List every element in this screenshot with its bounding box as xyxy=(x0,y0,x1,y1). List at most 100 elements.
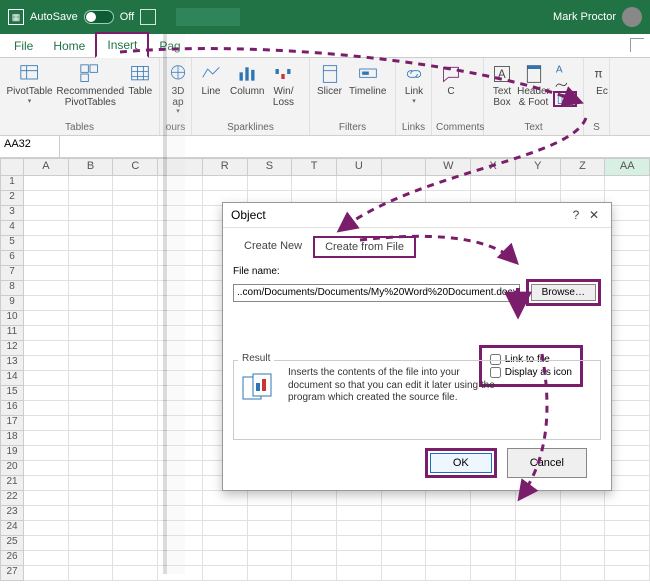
cell[interactable] xyxy=(24,431,69,446)
row-header[interactable]: 20 xyxy=(0,461,24,476)
column-header[interactable]: B xyxy=(69,158,114,176)
row-header[interactable]: 9 xyxy=(0,296,24,311)
cell[interactable] xyxy=(605,281,650,296)
cell[interactable] xyxy=(113,251,158,266)
cell[interactable] xyxy=(69,446,114,461)
cell[interactable] xyxy=(158,356,203,371)
cell[interactable] xyxy=(158,401,203,416)
cell[interactable] xyxy=(24,386,69,401)
cell[interactable] xyxy=(24,461,69,476)
row-header[interactable]: 18 xyxy=(0,431,24,446)
cell[interactable] xyxy=(158,446,203,461)
cell[interactable] xyxy=(113,416,158,431)
cell[interactable] xyxy=(426,491,471,506)
sparkline-column-button[interactable]: Column xyxy=(227,62,267,99)
cell[interactable] xyxy=(113,461,158,476)
cell[interactable] xyxy=(516,521,561,536)
cell[interactable] xyxy=(605,566,650,581)
cell[interactable] xyxy=(605,191,650,206)
cell[interactable] xyxy=(24,311,69,326)
cell[interactable] xyxy=(605,251,650,266)
cell[interactable] xyxy=(158,461,203,476)
row-header[interactable]: 19 xyxy=(0,446,24,461)
column-header[interactable]: Z xyxy=(561,158,606,176)
row-header[interactable]: 8 xyxy=(0,281,24,296)
avatar[interactable] xyxy=(622,7,642,27)
cell[interactable] xyxy=(113,521,158,536)
cell[interactable] xyxy=(113,206,158,221)
cell[interactable] xyxy=(605,506,650,521)
cell[interactable] xyxy=(382,566,427,581)
cell[interactable] xyxy=(337,566,382,581)
cell[interactable] xyxy=(158,326,203,341)
cell[interactable] xyxy=(337,536,382,551)
object-button[interactable] xyxy=(553,91,577,107)
column-header[interactable]: Y xyxy=(516,158,561,176)
cell[interactable] xyxy=(471,491,516,506)
row-header[interactable]: 22 xyxy=(0,491,24,506)
cell[interactable] xyxy=(471,521,516,536)
cell[interactable] xyxy=(292,521,337,536)
row-header[interactable]: 5 xyxy=(0,236,24,251)
cell[interactable] xyxy=(69,281,114,296)
cell[interactable] xyxy=(113,281,158,296)
cell[interactable] xyxy=(471,506,516,521)
cell[interactable] xyxy=(113,536,158,551)
tab-file[interactable]: File xyxy=(4,35,43,57)
cell[interactable] xyxy=(113,311,158,326)
cell[interactable] xyxy=(248,551,293,566)
search-input[interactable] xyxy=(176,8,240,26)
browse-button[interactable]: Browse… xyxy=(531,284,596,301)
cell[interactable] xyxy=(248,491,293,506)
cell[interactable] xyxy=(561,506,606,521)
recommended-pivot-button[interactable]: Recommended PivotTables xyxy=(56,62,125,109)
cell[interactable] xyxy=(24,566,69,581)
cell[interactable] xyxy=(113,386,158,401)
cell[interactable] xyxy=(382,521,427,536)
cell[interactable] xyxy=(113,341,158,356)
cell[interactable] xyxy=(426,566,471,581)
cell[interactable] xyxy=(24,266,69,281)
cell[interactable] xyxy=(158,566,203,581)
cell[interactable] xyxy=(113,296,158,311)
cell[interactable] xyxy=(426,521,471,536)
cell[interactable] xyxy=(113,236,158,251)
row-header[interactable]: 6 xyxy=(0,251,24,266)
cell[interactable] xyxy=(382,491,427,506)
column-header[interactable]: T xyxy=(292,158,337,176)
save-icon[interactable] xyxy=(140,9,156,25)
cell[interactable] xyxy=(69,326,114,341)
cell[interactable] xyxy=(158,416,203,431)
cell[interactable] xyxy=(24,491,69,506)
column-header[interactable]: R xyxy=(203,158,248,176)
row-header[interactable]: 21 xyxy=(0,476,24,491)
slicer-button[interactable]: Slicer xyxy=(314,62,345,99)
comment-button[interactable]: C xyxy=(436,62,466,99)
cell[interactable] xyxy=(113,476,158,491)
column-header[interactable] xyxy=(158,158,203,176)
cell[interactable] xyxy=(69,416,114,431)
cell[interactable] xyxy=(605,266,650,281)
table-button[interactable]: Table xyxy=(126,62,155,99)
row-header[interactable]: 17 xyxy=(0,416,24,431)
textbox-button[interactable]: AText Box xyxy=(488,62,516,109)
cell[interactable] xyxy=(382,551,427,566)
cell[interactable] xyxy=(113,371,158,386)
column-header[interactable]: C xyxy=(113,158,158,176)
cell[interactable] xyxy=(113,356,158,371)
cell[interactable] xyxy=(203,536,248,551)
cell[interactable] xyxy=(426,551,471,566)
cell[interactable] xyxy=(69,221,114,236)
cell[interactable] xyxy=(292,566,337,581)
sparkline-line-button[interactable]: Line xyxy=(196,62,226,99)
cell[interactable] xyxy=(605,536,650,551)
cell[interactable] xyxy=(605,311,650,326)
cell[interactable] xyxy=(69,401,114,416)
cell[interactable] xyxy=(471,176,516,191)
cell[interactable] xyxy=(158,176,203,191)
cell[interactable] xyxy=(158,371,203,386)
cell[interactable] xyxy=(382,506,427,521)
cell[interactable] xyxy=(471,536,516,551)
cell[interactable] xyxy=(337,176,382,191)
small-text-buttons[interactable]: A xyxy=(551,62,579,108)
